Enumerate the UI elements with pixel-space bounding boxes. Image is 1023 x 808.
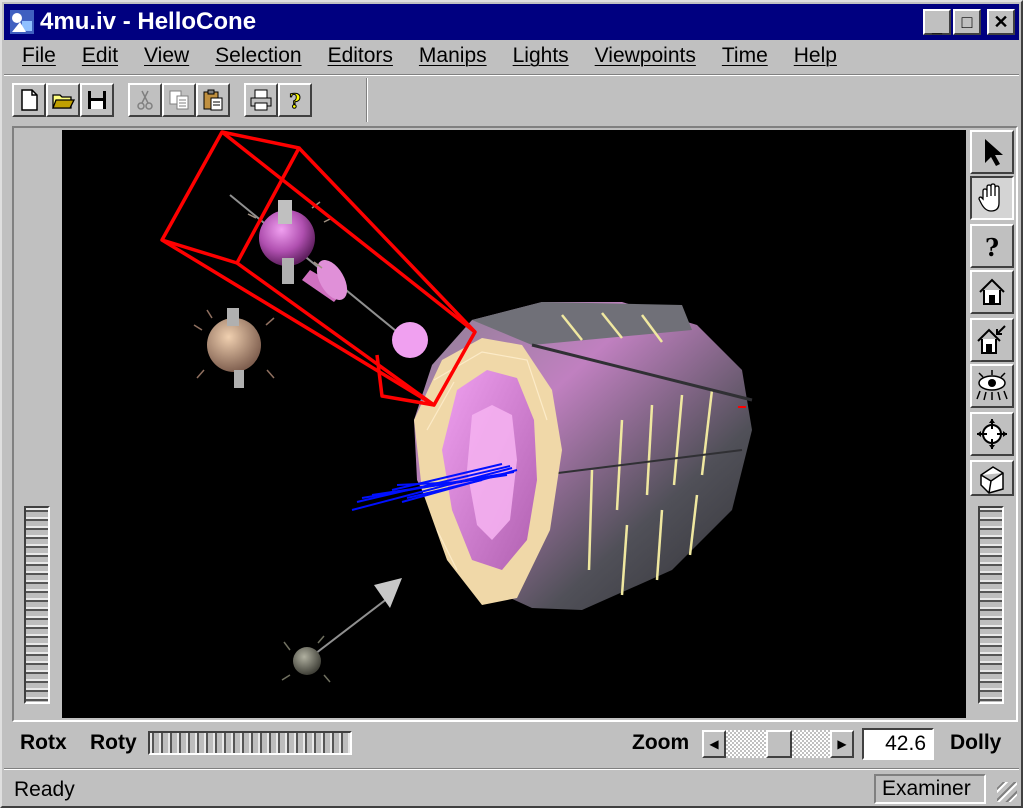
roty-label: Roty bbox=[90, 731, 137, 754]
help-button[interactable]: ? bbox=[278, 83, 312, 117]
zoom-decrease-button[interactable]: ◀ bbox=[702, 730, 726, 758]
view-all-icon bbox=[976, 370, 1008, 401]
rotx-label: Rotx bbox=[20, 731, 67, 754]
menu-file[interactable]: File bbox=[4, 44, 69, 68]
new-button[interactable] bbox=[12, 83, 46, 117]
paste-button[interactable] bbox=[196, 83, 230, 117]
home-icon bbox=[979, 278, 1005, 305]
projection-cube-icon bbox=[980, 466, 1004, 494]
application-window: 4mu.iv - HelloCone _ □ ✕ File Edit View … bbox=[0, 0, 1023, 808]
menu-separator bbox=[4, 74, 1019, 76]
menu-selection[interactable]: Selection bbox=[202, 44, 314, 68]
toolbar: ? bbox=[12, 78, 326, 122]
zoom-value-field[interactable]: 42.6 bbox=[862, 728, 934, 760]
cut-button[interactable] bbox=[128, 83, 162, 117]
new-document-icon bbox=[21, 89, 38, 111]
zoom-slider[interactable]: ◀ ▶ bbox=[702, 730, 854, 758]
projection-button[interactable] bbox=[970, 460, 1014, 496]
select-mode-button[interactable] bbox=[970, 130, 1014, 174]
copy-button[interactable] bbox=[162, 83, 196, 117]
status-separator bbox=[4, 768, 1019, 770]
svg-text:?: ? bbox=[289, 89, 301, 112]
menu-view[interactable]: View bbox=[131, 44, 202, 68]
home-button[interactable] bbox=[970, 270, 1014, 314]
menu-viewpoints[interactable]: Viewpoints bbox=[582, 44, 709, 68]
minimize-icon: _ bbox=[931, 16, 942, 36]
save-disk-icon bbox=[88, 91, 106, 109]
resize-grip[interactable] bbox=[997, 782, 1017, 802]
set-home-icon bbox=[977, 325, 1006, 354]
open-button[interactable] bbox=[46, 83, 80, 117]
seek-icon bbox=[977, 419, 1007, 449]
view-all-button[interactable] bbox=[970, 364, 1014, 408]
zoom-increase-button[interactable]: ▶ bbox=[830, 730, 854, 758]
toolbar-divider bbox=[366, 78, 368, 122]
cut-scissors-icon bbox=[137, 90, 153, 110]
zoom-slider-thumb[interactable] bbox=[766, 730, 792, 758]
menu-manips[interactable]: Manips bbox=[406, 44, 500, 68]
question-icon: ? bbox=[985, 233, 999, 262]
menu-time[interactable]: Time bbox=[709, 44, 781, 68]
dolly-thumbwheel[interactable] bbox=[978, 506, 1004, 704]
left-arrow-icon: ◀ bbox=[709, 737, 719, 751]
svg-text:?: ? bbox=[985, 233, 999, 262]
paste-clipboard-icon bbox=[203, 89, 223, 111]
help-question-icon: ? bbox=[289, 89, 302, 113]
window-title: 4mu.iv - HelloCone bbox=[40, 8, 257, 35]
close-icon: ✕ bbox=[993, 12, 1009, 32]
set-home-button[interactable] bbox=[970, 318, 1014, 362]
open-folder-icon bbox=[52, 94, 75, 109]
3d-viewport[interactable] bbox=[62, 130, 966, 718]
dolly-label: Dolly bbox=[950, 731, 1002, 754]
menu-lights[interactable]: Lights bbox=[500, 44, 582, 68]
menu-help[interactable]: Help bbox=[781, 44, 850, 68]
viewer-mode-indicator: Examiner bbox=[874, 774, 986, 804]
minimize-button[interactable]: _ bbox=[923, 9, 951, 35]
maximize-button[interactable]: □ bbox=[953, 9, 981, 35]
view-mode-button[interactable] bbox=[970, 176, 1014, 220]
zoom-label: Zoom bbox=[632, 731, 690, 754]
menu-bar: File Edit View Selection Editors Manips … bbox=[4, 40, 1019, 72]
help-view-button[interactable]: ? bbox=[970, 224, 1014, 268]
maximize-icon: □ bbox=[961, 12, 973, 32]
print-icon bbox=[250, 89, 272, 111]
menu-edit[interactable]: Edit bbox=[69, 44, 131, 68]
select-arrow-icon bbox=[985, 139, 1003, 166]
scene-render bbox=[160, 130, 753, 683]
rotx-thumbwheel[interactable] bbox=[24, 506, 50, 704]
hand-view-icon bbox=[978, 183, 1000, 212]
print-button[interactable] bbox=[244, 83, 278, 117]
seek-button[interactable] bbox=[970, 412, 1014, 456]
app-icon bbox=[10, 10, 34, 34]
status-text: Ready bbox=[14, 778, 75, 801]
menu-editors[interactable]: Editors bbox=[315, 44, 406, 68]
zoom-slider-track[interactable] bbox=[726, 730, 830, 758]
roty-thumbwheel[interactable] bbox=[148, 731, 352, 755]
save-button[interactable] bbox=[80, 83, 114, 117]
close-button[interactable]: ✕ bbox=[987, 9, 1015, 35]
copy-icon bbox=[169, 90, 189, 110]
right-arrow-icon: ▶ bbox=[837, 737, 847, 751]
title-bar[interactable]: 4mu.iv - HelloCone _ □ ✕ bbox=[4, 4, 1019, 40]
